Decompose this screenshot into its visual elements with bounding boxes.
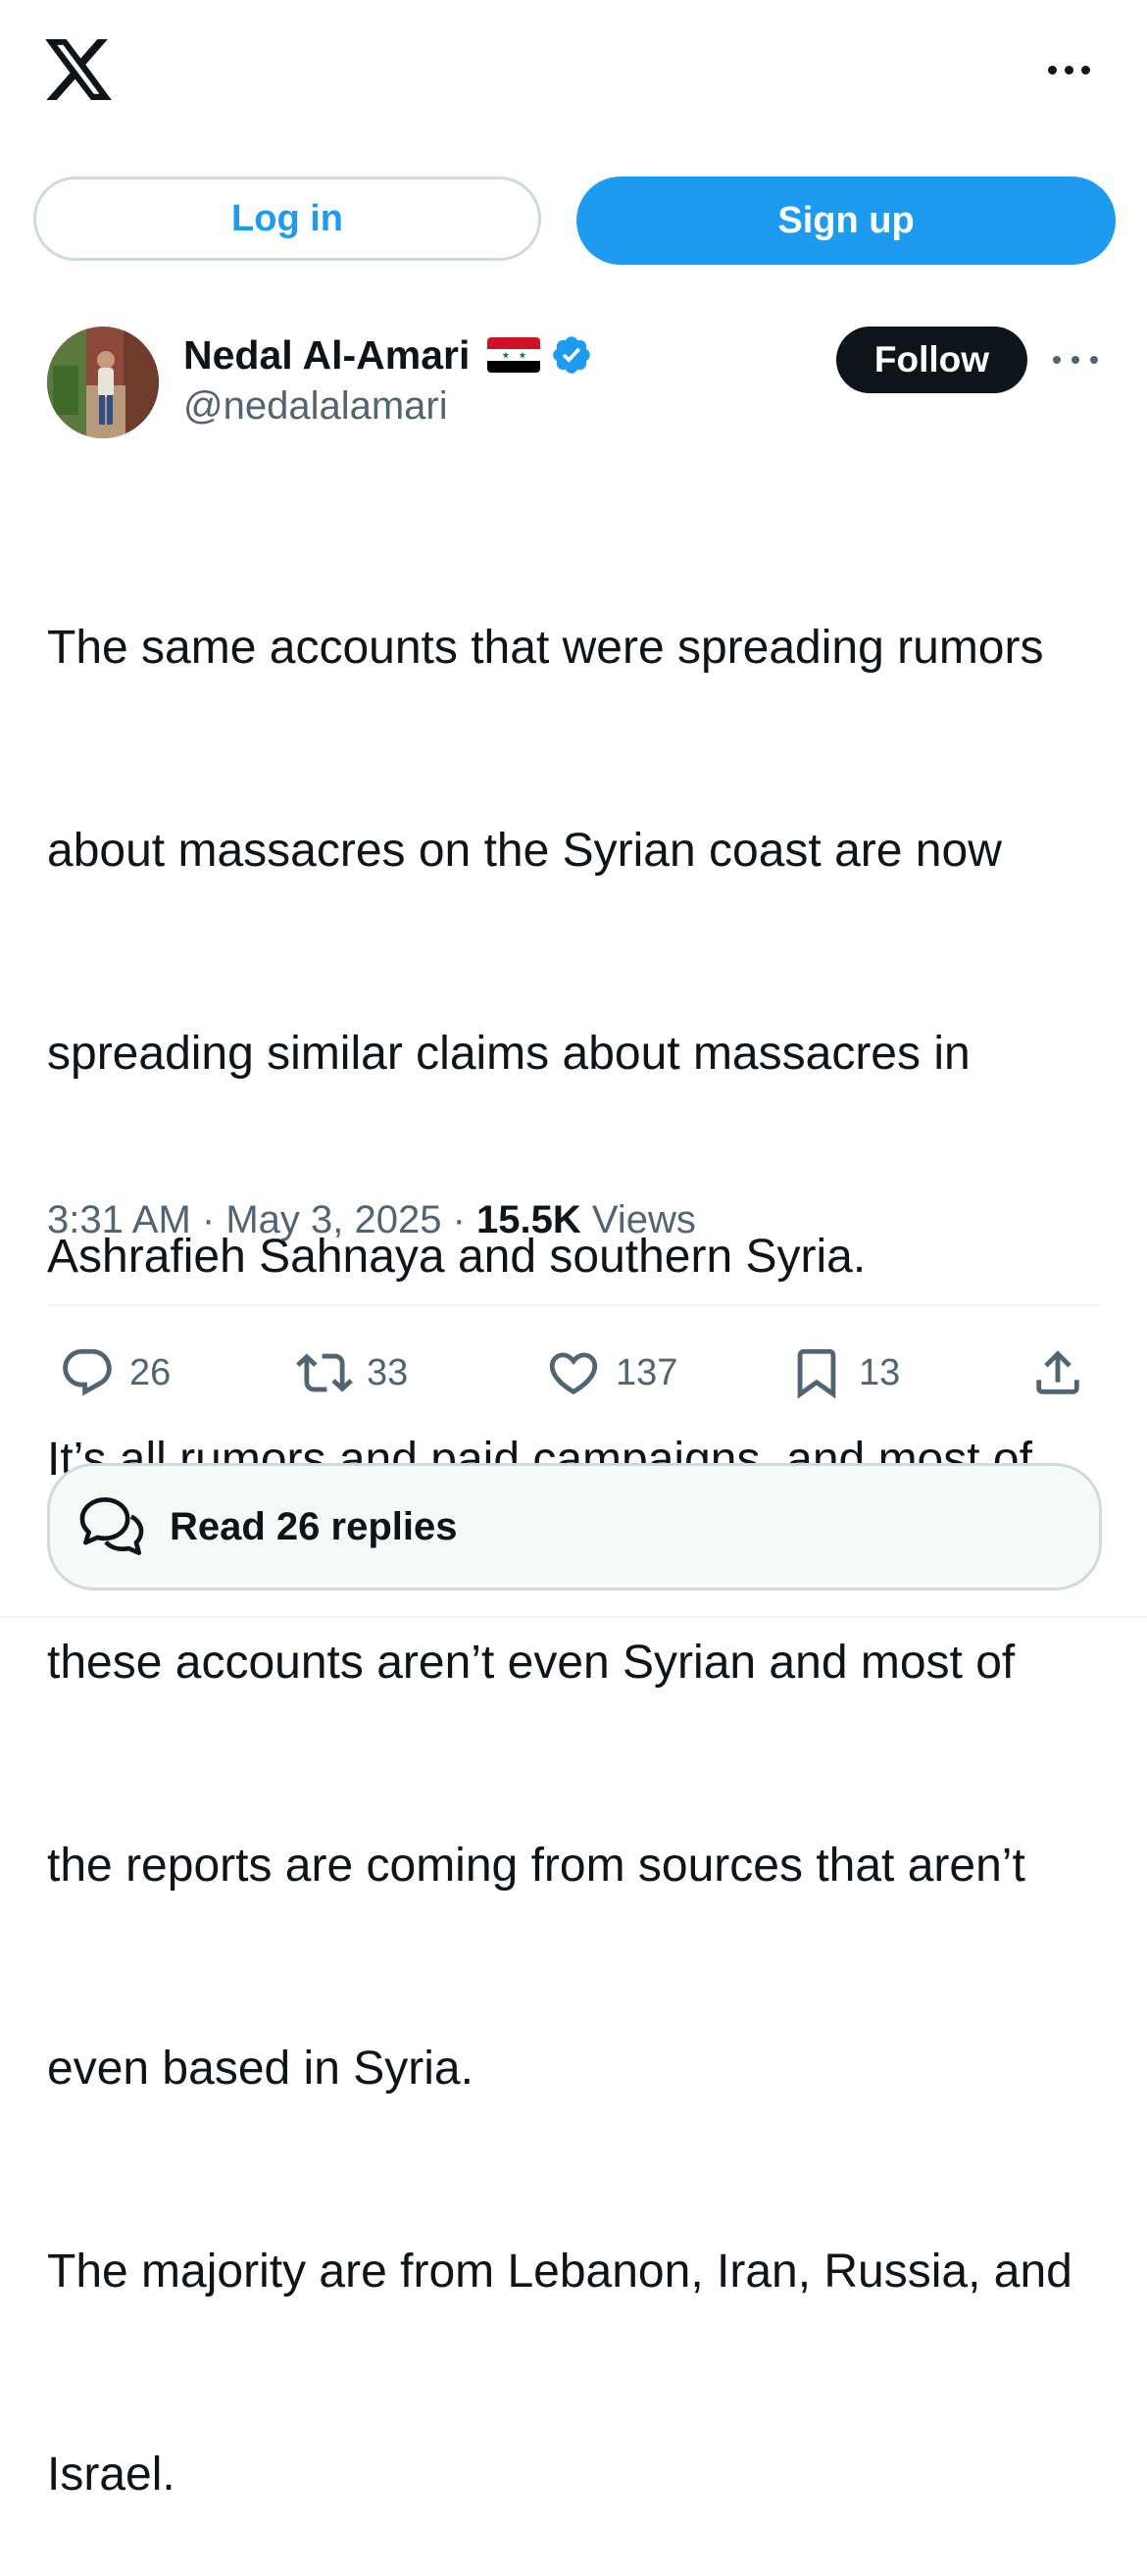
top-bar [0,0,1147,147]
syria-flag-icon [487,337,541,373]
tweet-date[interactable]: May 3, 2025 [225,1198,441,1241]
views-label: Views [580,1198,696,1241]
chat-bubbles-icon [79,1496,144,1555]
tweet-time[interactable]: 3:31 AM [47,1198,191,1241]
reply-icon [63,1348,112,1396]
tweet-line: the reports are coming from sources that… [47,1840,1025,1892]
author-name[interactable]: Nedal Al-Amari [183,332,470,379]
tweet-line: Israel. [47,2449,175,2500]
divider [47,1304,1100,1306]
share-button[interactable] [1029,1341,1086,1404]
bookmark-count: 13 [859,1351,901,1393]
read-replies-label: Read 26 replies [170,1504,458,1548]
tweet-line: about massacres on the Syrian coast are … [47,825,1002,877]
divider [0,1616,1147,1618]
repost-icon [296,1353,353,1392]
author-name-row: Nedal Al-Amari [183,326,593,384]
more-horizontal-icon[interactable] [1039,55,1098,84]
avatar[interactable] [47,327,159,438]
tweet-line: these accounts aren’t even Syrian and mo… [47,1637,1016,1689]
verified-badge-icon [553,336,591,374]
reply-button[interactable]: 26 [59,1341,171,1404]
login-button[interactable]: Log in [33,177,541,261]
signup-button[interactable]: Sign up [576,177,1116,265]
tweet-line: The majority are from Lebanon, Iran, Rus… [47,2246,1072,2298]
share-icon [1036,1350,1079,1394]
x-logo-icon[interactable] [45,39,112,100]
separator: · [190,1198,226,1241]
author-handle[interactable]: @nedalalamari [183,384,448,429]
read-replies-button[interactable]: Read 26 replies [47,1463,1102,1591]
separator: · [441,1198,476,1241]
bookmark-button[interactable]: 13 [788,1341,900,1404]
tweet-line: spreading similar claims about massacres… [47,1028,971,1080]
repost-count: 33 [367,1351,409,1393]
heart-icon [549,1352,598,1395]
post-more-icon[interactable] [1053,347,1098,373]
tweet-meta: 3:31 AM · May 3, 2025 · 15.5K Views [47,1198,696,1242]
bookmark-icon [797,1348,836,1399]
reply-count: 26 [129,1351,172,1393]
views-count: 15.5K [476,1198,581,1241]
repost-button[interactable]: 33 [296,1341,408,1404]
follow-button[interactable]: Follow [836,327,1027,393]
like-count: 137 [616,1351,678,1393]
tweet-line: The same accounts that were spreading ru… [47,622,1044,674]
tweet-line: even based in Syria. [47,2043,474,2095]
like-button[interactable]: 137 [545,1341,677,1404]
